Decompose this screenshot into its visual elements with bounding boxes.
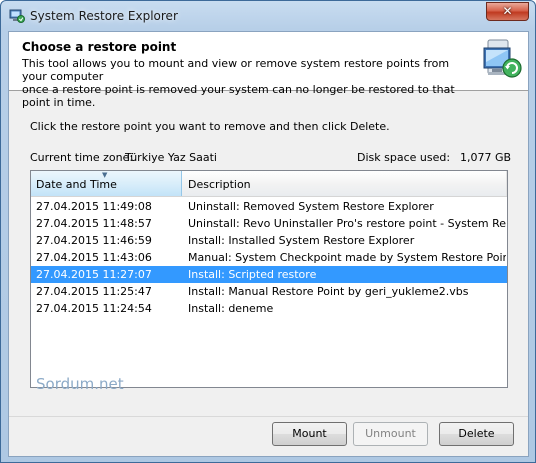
row-description: Manual: System Checkpoint made by System… [188, 251, 506, 264]
row-date: 27.04.2015 11:46:59 [36, 234, 152, 247]
footer-divider [9, 416, 528, 417]
list-row-selected[interactable]: 27.04.2015 11:27:07 Install: Scripted re… [31, 266, 507, 283]
disk-space-label: Disk space used: [357, 151, 451, 164]
list-row[interactable]: 27.04.2015 11:48:57 Uninstall: Revo Unin… [31, 215, 507, 232]
row-description: Install: Scripted restore [188, 268, 317, 281]
client-area: Choose a restore point This tool allows … [8, 31, 529, 457]
app-icon [9, 9, 25, 23]
app-window: System Restore Explorer ✕ Choose a resto… [0, 0, 536, 463]
row-description: Install: Installed System Restore Explor… [188, 234, 415, 247]
column-header-date[interactable]: ▼ Date and Time [31, 171, 182, 196]
column-header-description-label: Description [188, 178, 251, 191]
row-date: 27.04.2015 11:49:08 [36, 200, 152, 213]
close-icon: ✕ [502, 4, 513, 18]
header-description-line-2: once a restore point is removed your sys… [22, 83, 455, 109]
timezone-label: Current time zone: [30, 151, 134, 164]
row-date: 27.04.2015 11:43:06 [36, 251, 152, 264]
list-row[interactable]: 27.04.2015 11:25:47 Install: Manual Rest… [31, 283, 507, 300]
timezone-value: Türkiye Yaz Saati [125, 151, 217, 164]
row-description: Install: deneme [188, 302, 274, 315]
header-description: This tool allows you to mount and view o… [22, 57, 477, 109]
disk-space-value: 1,077 GB [460, 151, 512, 164]
list-row[interactable]: 27.04.2015 11:24:54 Install: deneme [31, 300, 507, 317]
title-bar[interactable]: System Restore Explorer ✕ [1, 1, 535, 31]
row-date: 27.04.2015 11:25:47 [36, 285, 152, 298]
list-header: ▼ Date and Time Description [31, 171, 507, 197]
list-rows: 27.04.2015 11:49:08 Uninstall: Removed S… [31, 198, 507, 317]
delete-button[interactable]: Delete [439, 422, 514, 446]
row-date: 27.04.2015 11:27:07 [36, 268, 152, 281]
system-restore-computer-icon [483, 39, 522, 78]
column-header-date-label: Date and Time [36, 178, 117, 191]
row-date: 27.04.2015 11:48:57 [36, 217, 152, 230]
row-description: Uninstall: Revo Uninstaller Pro's restor… [188, 217, 506, 230]
list-row[interactable]: 27.04.2015 11:46:59 Install: Installed S… [31, 232, 507, 249]
unmount-button[interactable]: Unmount [353, 422, 428, 446]
header-panel: Choose a restore point This tool allows … [9, 32, 528, 109]
header-title: Choose a restore point [22, 40, 177, 54]
column-header-description[interactable]: Description [183, 171, 507, 196]
mount-button[interactable]: Mount [272, 422, 347, 446]
instruction-text: Click the restore point you want to remo… [30, 120, 390, 133]
window-title: System Restore Explorer [30, 9, 178, 23]
watermark: Sordum.net [36, 375, 124, 393]
row-description: Uninstall: Removed System Restore Explor… [188, 200, 434, 213]
row-description: Install: Manual Restore Point by geri_yu… [188, 285, 469, 298]
restore-points-list[interactable]: ▼ Date and Time Description 27.04.2015 1… [30, 170, 508, 388]
list-row[interactable]: 27.04.2015 11:49:08 Uninstall: Removed S… [31, 198, 507, 215]
sort-descending-icon: ▼ [102, 171, 108, 179]
list-row[interactable]: 27.04.2015 11:43:06 Manual: System Check… [31, 249, 507, 266]
close-button[interactable]: ✕ [486, 2, 529, 21]
header-description-line-1: This tool allows you to mount and view o… [22, 57, 450, 83]
row-date: 27.04.2015 11:24:54 [36, 302, 152, 315]
